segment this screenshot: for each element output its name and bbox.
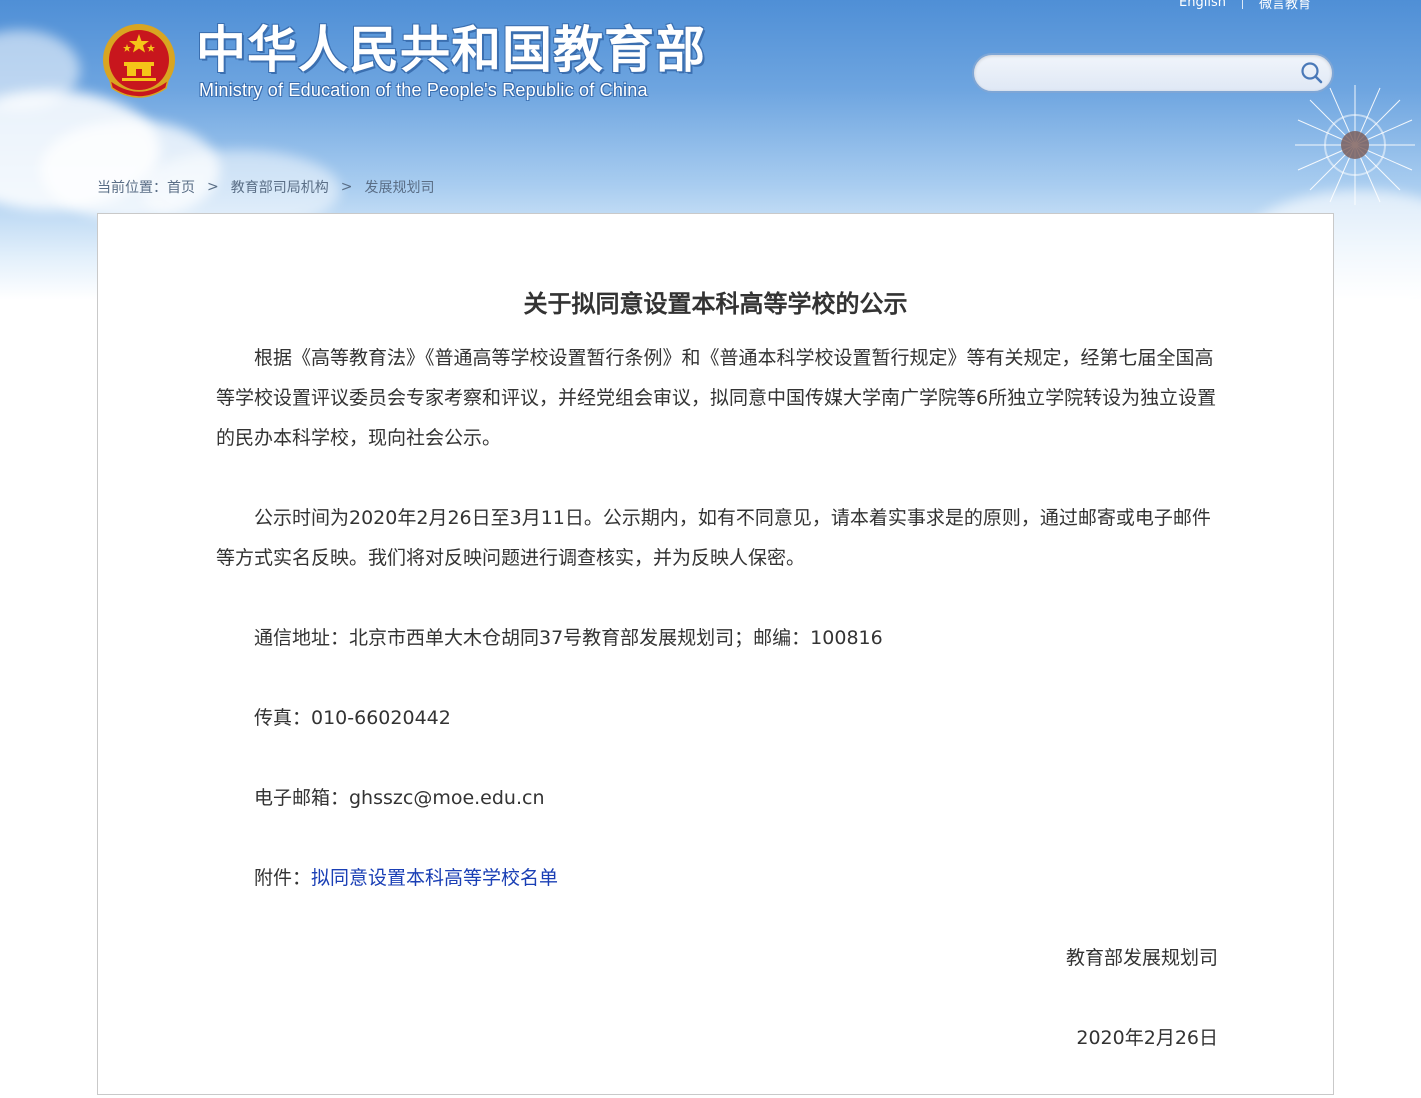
search-icon[interactable] [1298,59,1326,87]
breadcrumb-planning-dept[interactable]: 发展规划司 [364,177,434,197]
publish-date: 2020年2月26日 [1076,1027,1218,1049]
search-input[interactable] [990,61,1294,87]
search-box [972,53,1334,93]
breadcrumb-home[interactable]: 首页 [167,177,195,197]
breadcrumb: 当前位置： 首页 > 教育部司局机构 > 发展规划司 [97,177,434,197]
article-title: 关于拟同意设置本科高等学校的公示 [523,290,908,318]
breadcrumb-departments[interactable]: 教育部司局机构 [231,177,329,197]
signature: 教育部发展规划司 [1065,947,1218,969]
attachment-label: 附件： [254,867,312,889]
article-paragraph: 公示时间为2020年2月26日至3月11日。公示期内，如有不同意见，请本着实事求… [216,507,1211,569]
breadcrumb-label: 当前位置： [97,180,167,196]
contact-address: 通信地址：北京市西单大木仓胡同37号教育部发展规划司；邮编：100816 [254,627,883,649]
english-link[interactable]: English [1179,0,1226,10]
divider [1241,0,1243,9]
contact-fax: 传真：010-66020442 [254,707,451,729]
article-container: 关于拟同意设置本科高等学校的公示 根据《高等教育法》《普通高等学校设置暂行条例》… [97,213,1334,1095]
contact-email: 电子邮箱：ghsszc@moe.edu.cn [254,787,545,809]
chevron-right-icon: > [207,179,219,195]
attachment-link[interactable]: 拟同意设置本科高等学校名单 [311,867,558,889]
dandelion-decoration [1295,85,1415,205]
national-emblem-icon[interactable] [100,22,178,102]
chevron-right-icon: > [340,179,353,195]
attachment-line: 附件：拟同意设置本科高等学校名单 [216,858,1218,898]
site-title-en: Ministry of Education of the People's Re… [199,80,648,100]
top-links: English 微言教育 [1179,0,1311,12]
article-body: 根据《高等教育法》《普通高等学校设置暂行条例》和《普通本科学校设置暂行规定》等有… [216,338,1218,1098]
article-paragraph: 根据《高等教育法》《普通高等学校设置暂行条例》和《普通本科学校设置暂行规定》等有… [216,347,1217,449]
site-title-cn[interactable]: 中华人民共和国教育部 [196,20,706,80]
weiyan-link[interactable]: 微言教育 [1259,0,1311,12]
